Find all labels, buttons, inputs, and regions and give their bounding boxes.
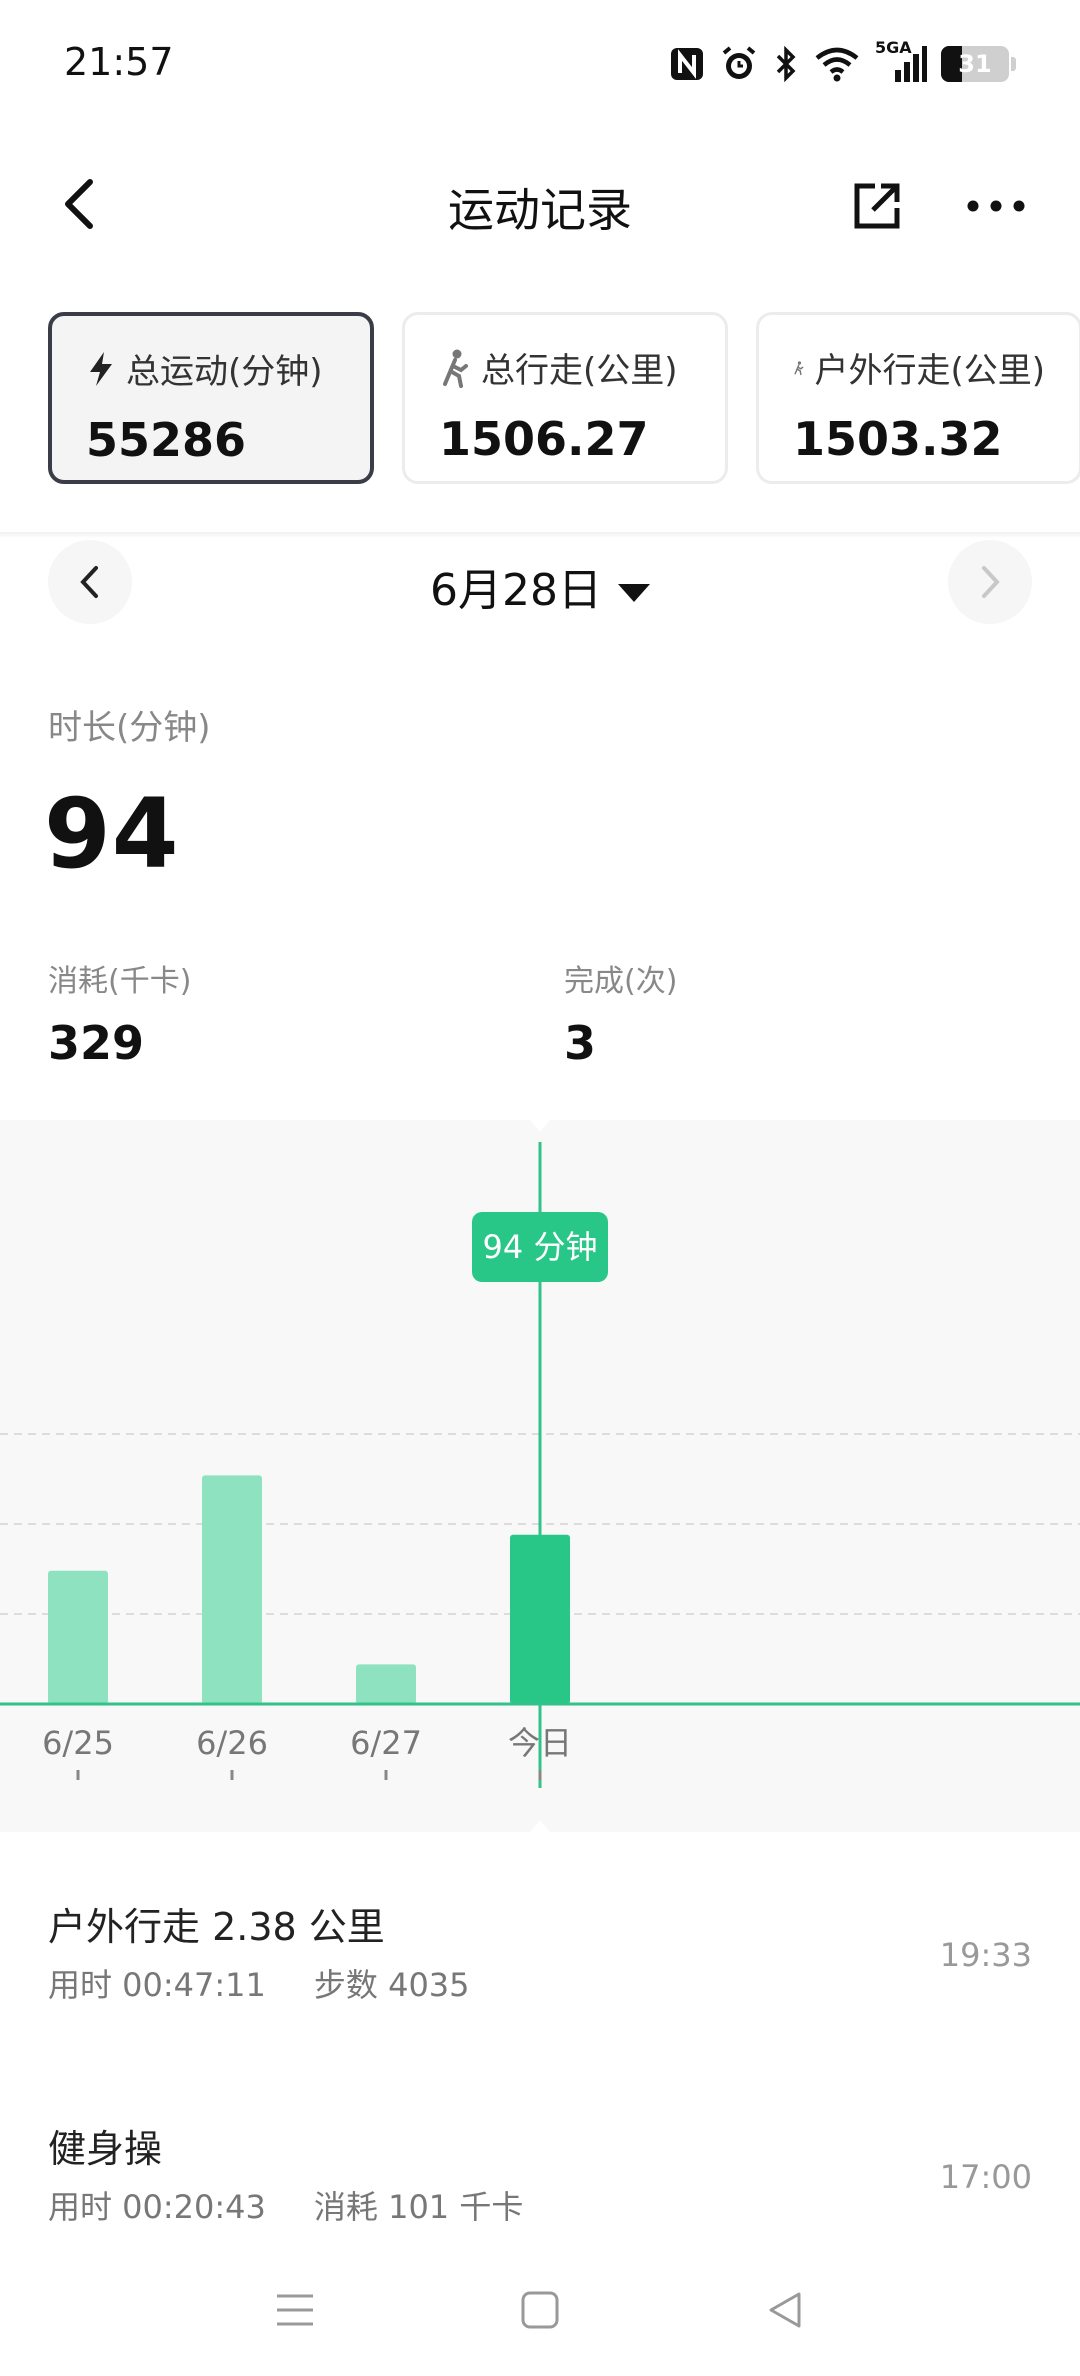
network-label: 5GA (875, 38, 912, 57)
activity-detail: 用时 00:20:43 消耗 101 千卡 (48, 2182, 571, 2228)
date-picker[interactable]: 6月28日 (0, 554, 1080, 618)
section-divider (0, 532, 1080, 538)
activity-item[interactable]: 户外行走 2.38 公里 用时 00:47:11 步数 4035 19:33 (48, 1896, 1032, 2026)
metric-card-label: 户外行走(公里) (814, 351, 1045, 391)
metric-card-value: 1506.27 (439, 412, 649, 466)
menu-icon (277, 2294, 313, 2326)
menu-button[interactable] (255, 2280, 335, 2340)
duration-value: 94 (44, 778, 180, 890)
wifi-icon (813, 42, 861, 86)
walking-icon (443, 349, 468, 388)
chart-svg: 6/25 6/26 6/27 今日 94 分钟 (0, 1120, 1080, 1832)
share-external-icon (854, 183, 900, 229)
battery-icon: 31 (941, 42, 1009, 86)
activity-title: 户外行走 2.38 公里 (48, 1905, 385, 1949)
walking-icon (794, 360, 804, 375)
metric-card-label: 总行走(公里) (481, 351, 678, 391)
chart-selection-notch-top (530, 1120, 550, 1132)
duration-label: 时长(分钟) (48, 708, 211, 748)
chart-tick-label: 6/26 (196, 1724, 268, 1762)
battery-text: 31 (958, 50, 992, 78)
metric-card-total-exercise[interactable]: 总运动(分钟) 55286 (48, 312, 374, 484)
calories-label: 消耗(千卡) (48, 964, 192, 999)
chart-tick-label: 6/27 (350, 1724, 422, 1762)
lightning-icon (90, 351, 112, 386)
bluetooth-icon (773, 42, 799, 86)
daily-exercise-chart[interactable]: 6/25 6/26 6/27 今日 94 分钟 (0, 1120, 1080, 1832)
activity-steps: 步数 4035 (313, 1966, 470, 2004)
status-time: 21:57 (64, 40, 174, 84)
home-icon (521, 2291, 559, 2329)
activity-title: 健身操 (48, 2127, 163, 2171)
activity-duration: 用时 00:47:11 (48, 1966, 266, 2004)
chart-tick-label: 6/25 (42, 1724, 114, 1762)
chart-bar-6/25 (48, 1570, 108, 1704)
more-button[interactable] (960, 174, 1032, 238)
page-title: 运动记录 (448, 183, 632, 237)
screen: 21:57 5GA 31 运动记录 总运动(分钟) 55286 总行走(公里) … (0, 0, 1080, 2376)
status-icons: 5GA 31 (669, 38, 1016, 86)
activity-item[interactable]: 健身操 用时 00:20:43 消耗 101 千卡 17:00 (48, 2118, 1032, 2248)
metric-card-label-row: 总运动(分钟) (86, 344, 336, 393)
date-label: 6月28日 (430, 565, 602, 616)
alarm-icon (719, 42, 759, 86)
chevron-right-icon (982, 566, 1000, 598)
metric-card-label-row: 总行走(公里) (439, 343, 691, 392)
share-button[interactable] (845, 174, 909, 238)
chart-bar-6/26 (202, 1475, 262, 1704)
home-button[interactable] (500, 2280, 580, 2340)
activity-duration: 用时 00:20:43 (48, 2188, 266, 2226)
chart-selection-notch-bottom (530, 1820, 550, 1832)
header: 运动记录 (0, 150, 1080, 260)
metric-cards: 总运动(分钟) 55286 总行走(公里) 1506.27 户外行走(公里) 1… (48, 312, 1080, 490)
metric-card-label-row: 户外行走(公里) (793, 343, 1045, 392)
completed-label: 完成(次) (564, 964, 678, 999)
metric-card-value: 1503.32 (793, 412, 1003, 466)
activity-calories: 消耗 101 千卡 (313, 2188, 524, 2226)
metric-card-label: 总运动(分钟) (126, 352, 323, 392)
metric-card-total-walking[interactable]: 总行走(公里) 1506.27 (402, 312, 728, 484)
chart-bar-今日 (510, 1534, 570, 1704)
activity-detail: 用时 00:47:11 步数 4035 (48, 1960, 518, 2006)
next-date-button[interactable] (948, 540, 1032, 624)
cellular-signal-icon: 5GA (875, 38, 927, 86)
more-dots-icon (967, 200, 1025, 212)
dropdown-caret-icon (617, 584, 650, 602)
calories-value: 329 (48, 1016, 145, 1070)
status-bar: 21:57 5GA 31 (0, 0, 1080, 128)
battery-level: 31 (941, 46, 1009, 82)
activity-time: 17:00 (939, 2158, 1032, 2196)
chart-bar-6/27 (356, 1664, 416, 1704)
metric-card-outdoor-walking[interactable]: 户外行走(公里) 1503.32 (756, 312, 1080, 484)
battery-tip (1011, 57, 1016, 71)
activity-time: 19:33 (939, 1936, 1032, 1974)
date-navigator: 6月28日 (0, 540, 1080, 624)
chart-tick-label: 今日 (508, 1724, 572, 1762)
metric-card-value: 55286 (86, 413, 247, 467)
back-nav-button[interactable] (745, 2280, 825, 2340)
nfc-icon (669, 42, 705, 86)
system-navigation-bar (0, 2260, 1080, 2360)
chart-tooltip-text: 94 分钟 (483, 1228, 598, 1266)
back-triangle-icon (769, 2292, 801, 2328)
completed-value: 3 (564, 1016, 597, 1070)
